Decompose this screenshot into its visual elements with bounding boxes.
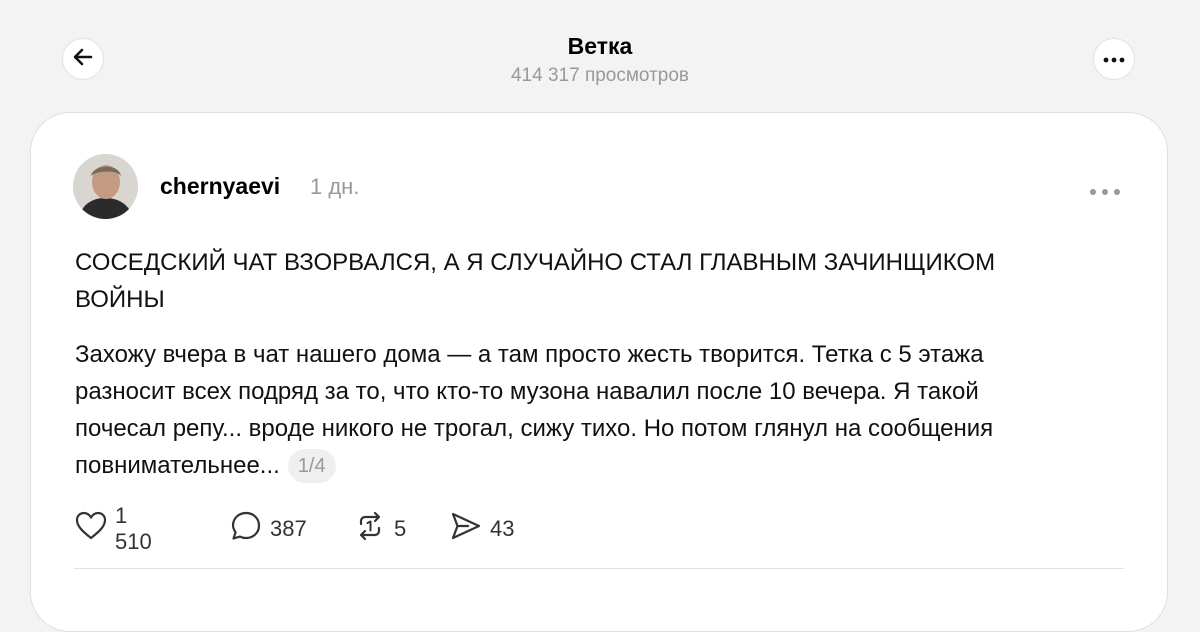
username[interactable]: chernyaevi xyxy=(160,173,280,200)
post-body: Захожу вчера в чат нашего дома — а там п… xyxy=(75,336,1035,484)
share-count: 43 xyxy=(490,516,515,541)
view-count: 414 317 просмотров xyxy=(510,65,690,86)
heart-icon xyxy=(75,511,107,547)
avatar[interactable] xyxy=(73,154,138,219)
send-icon xyxy=(450,510,482,548)
post-body-text: Захожу вчера в чат нашего дома — а там п… xyxy=(75,341,994,479)
share-button[interactable]: 43 xyxy=(450,510,514,548)
repost-count: 5 xyxy=(394,516,407,541)
comment-button[interactable]: 387 xyxy=(230,510,307,548)
repost-icon xyxy=(354,510,386,548)
more-options-button[interactable] xyxy=(1093,38,1135,80)
post-title: СОСЕДСКИЙ ЧАТ ВЗОРВАЛСЯ, А Я СЛУЧАЙНО СТ… xyxy=(75,249,996,313)
post-divider xyxy=(74,568,1124,569)
thread-page-indicator[interactable]: 1/4 xyxy=(287,449,336,483)
page-title: Ветка xyxy=(567,33,633,59)
repost-button[interactable]: 5 xyxy=(354,510,406,548)
like-button[interactable]: 1 510 xyxy=(75,503,152,554)
comment-count: 387 xyxy=(270,516,307,541)
post-time: 1 дн. xyxy=(310,174,360,199)
comment-icon xyxy=(230,510,262,548)
post-more-options-icon[interactable] xyxy=(1088,184,1122,202)
like-count: 1 510 xyxy=(115,503,152,554)
more-horizontal-icon xyxy=(1103,50,1125,68)
